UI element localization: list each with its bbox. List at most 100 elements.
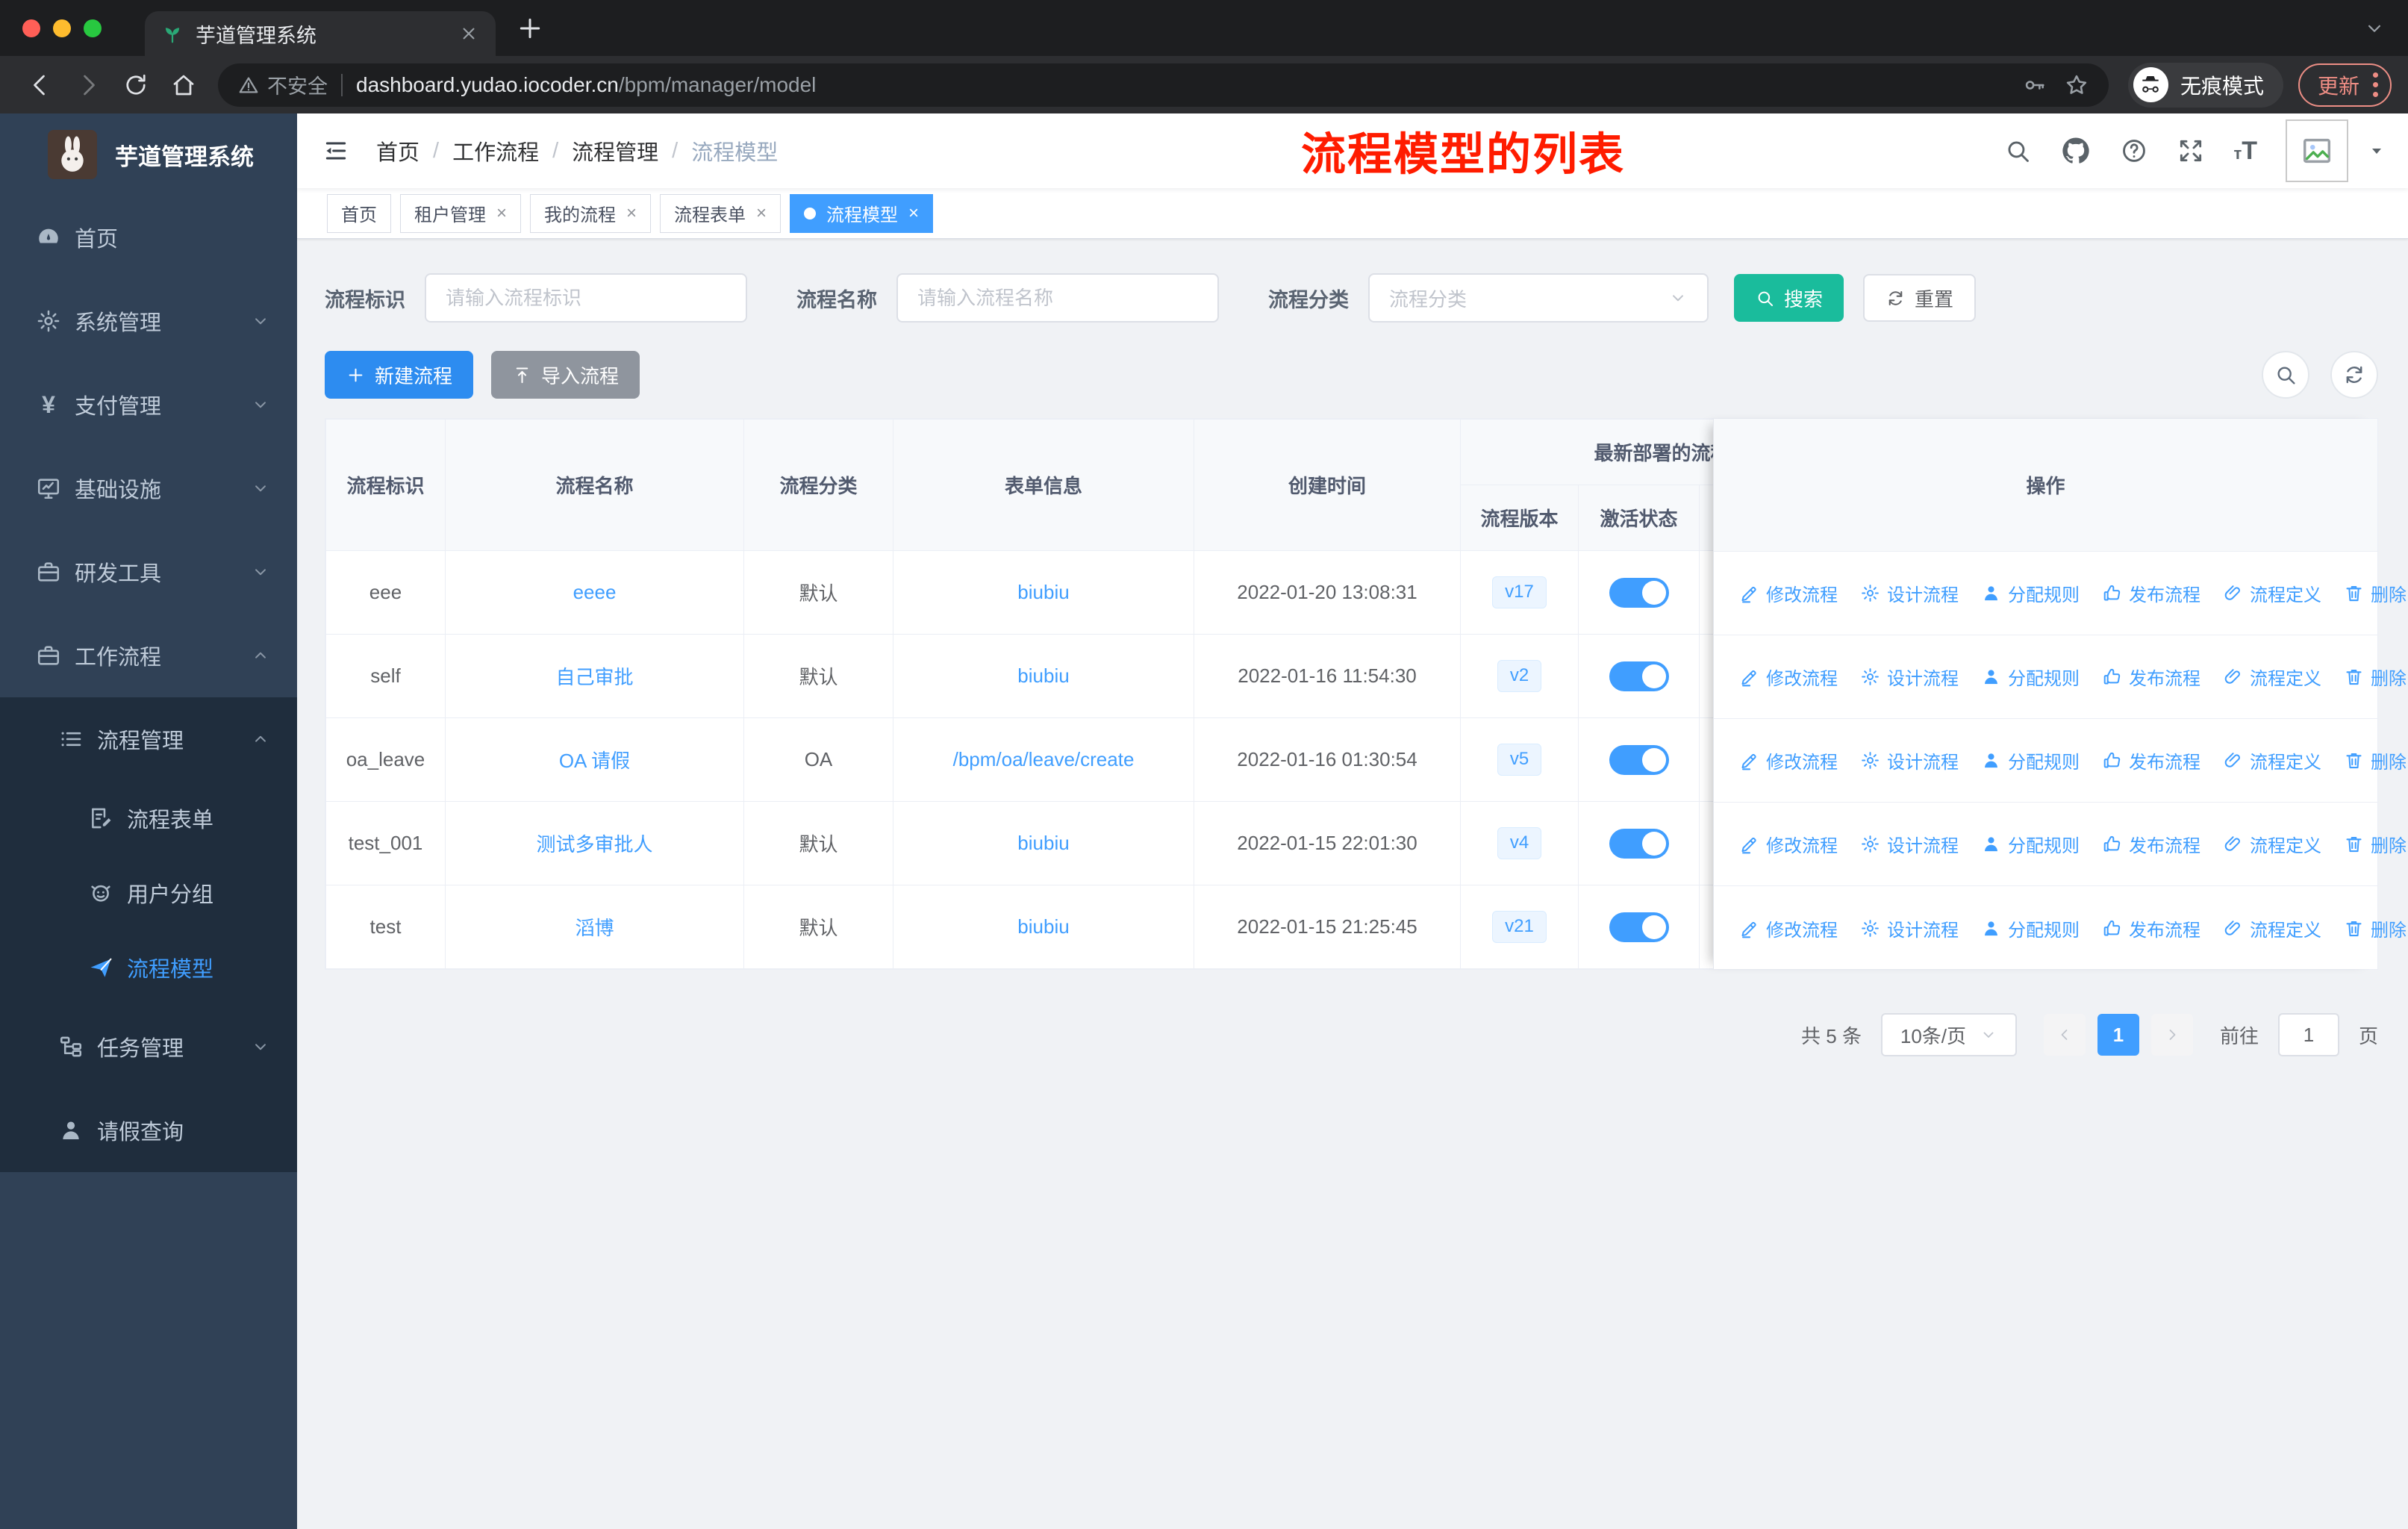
cell-process-name-link[interactable]: OA 请假 (445, 717, 744, 802)
sidebar-item-payment[interactable]: ¥ 支付管理 (0, 363, 297, 446)
modify-process-link[interactable]: 修改流程 (1739, 664, 1838, 690)
close-icon[interactable]: × (756, 204, 767, 222)
sidebar-collapse-icon[interactable] (321, 136, 351, 166)
breadcrumb-process-mgmt[interactable]: 流程管理 (572, 135, 658, 166)
create-process-button[interactable]: 新建流程 (325, 351, 474, 399)
cell-form-link[interactable]: /bpm/oa/leave/create (893, 717, 1194, 802)
not-secure-label[interactable]: 不安全 (267, 70, 328, 99)
assign-rule-link[interactable]: 分配规则 (1981, 915, 2080, 941)
sidebar-item-workflow[interactable]: 工作流程 (0, 614, 297, 697)
sidebar-item-home[interactable]: 首页 (0, 196, 297, 279)
address-bar[interactable]: 不安全 dashboard.yudao.iocoder.cn /bpm/mana… (218, 63, 2109, 107)
process-key-input[interactable] (425, 273, 747, 323)
process-definition-link[interactable]: 流程定义 (2223, 831, 2321, 857)
close-icon[interactable]: × (626, 204, 637, 222)
close-window-button[interactable] (22, 19, 40, 37)
process-definition-link[interactable]: 流程定义 (2223, 580, 2321, 606)
page-size-select[interactable]: 10条/页 (1880, 1013, 2017, 1056)
delete-link[interactable]: 删除 (2344, 915, 2407, 941)
delete-link[interactable]: 删除 (2344, 664, 2407, 690)
tag-home[interactable]: 首页 (327, 193, 391, 233)
bookmark-star-icon[interactable] (2064, 72, 2089, 98)
refresh-table-button[interactable] (2330, 351, 2378, 399)
maximize-window-button[interactable] (84, 19, 102, 37)
modify-process-link[interactable]: 修改流程 (1739, 580, 1838, 606)
active-toggle[interactable] (1609, 912, 1669, 942)
password-key-icon[interactable] (2022, 72, 2047, 98)
publish-process-link[interactable]: 发布流程 (2102, 831, 2200, 857)
next-page-button[interactable] (2150, 1014, 2193, 1056)
publish-process-link[interactable]: 发布流程 (2102, 580, 2200, 606)
cell-process-name-link[interactable]: 测试多审批人 (445, 801, 744, 885)
help-icon[interactable] (2120, 137, 2148, 165)
sidebar-item-process-mgmt[interactable]: 流程管理 (0, 697, 297, 781)
show-search-button[interactable] (2262, 351, 2309, 399)
sidebar-item-devtools[interactable]: 研发工具 (0, 530, 297, 614)
sidebar-item-infra[interactable]: 基础设施 (0, 446, 297, 530)
cell-form-link[interactable]: biubiu (893, 550, 1194, 635)
design-process-link[interactable]: 设计流程 (1860, 664, 1959, 690)
modify-process-link[interactable]: 修改流程 (1739, 915, 1838, 941)
publish-process-link[interactable]: 发布流程 (2102, 747, 2200, 773)
cell-form-link[interactable]: biubiu (893, 801, 1194, 885)
cell-form-link[interactable]: biubiu (893, 634, 1194, 718)
design-process-link[interactable]: 设计流程 (1860, 580, 1959, 606)
browser-tab[interactable]: 芋道管理系统 (145, 11, 496, 56)
process-definition-link[interactable]: 流程定义 (2223, 747, 2321, 773)
breadcrumb-workflow[interactable]: 工作流程 (452, 135, 539, 166)
page-1-button[interactable]: 1 (2097, 1014, 2139, 1056)
breadcrumb-home[interactable]: 首页 (376, 135, 419, 166)
sidebar-logo[interactable]: 芋道管理系统 (0, 113, 297, 196)
close-icon[interactable]: × (908, 204, 919, 222)
cell-process-name-link[interactable]: 滔博 (445, 885, 744, 969)
prev-page-button[interactable] (2043, 1014, 2086, 1056)
github-icon[interactable] (2060, 135, 2092, 166)
cell-process-name-link[interactable]: 自己审批 (445, 634, 744, 718)
avatar-caret-icon[interactable] (2368, 142, 2386, 160)
modify-process-link[interactable]: 修改流程 (1739, 747, 1838, 773)
design-process-link[interactable]: 设计流程 (1860, 747, 1959, 773)
fullscreen-icon[interactable] (2177, 137, 2205, 165)
forward-button[interactable] (75, 72, 102, 99)
sidebar-item-leave-query[interactable]: 请假查询 (0, 1089, 297, 1172)
tab-search-chevron-icon[interactable] (2363, 17, 2386, 40)
active-toggle[interactable] (1609, 661, 1669, 691)
cell-process-name-link[interactable]: eeee (445, 550, 744, 635)
design-process-link[interactable]: 设计流程 (1860, 831, 1959, 857)
search-icon[interactable] (2003, 137, 2032, 165)
tag-tenant[interactable]: 租户管理 × (400, 193, 522, 233)
tag-process-form[interactable]: 流程表单 × (660, 193, 782, 233)
assign-rule-link[interactable]: 分配规则 (1981, 580, 2080, 606)
category-select[interactable]: 流程分类 (1368, 273, 1709, 323)
assign-rule-link[interactable]: 分配规则 (1981, 831, 2080, 857)
delete-link[interactable]: 删除 (2344, 580, 2407, 606)
sidebar-item-system[interactable]: 系统管理 (0, 279, 297, 363)
active-toggle[interactable] (1609, 744, 1669, 775)
sidebar-item-task-mgmt[interactable]: 任务管理 (0, 1005, 297, 1089)
import-process-button[interactable]: 导入流程 (491, 351, 640, 399)
font-size-icon[interactable]: тT (2233, 138, 2257, 164)
tag-process-model[interactable]: 流程模型 × (790, 193, 934, 233)
browser-menu-icon[interactable] (2373, 72, 2378, 97)
goto-page-input[interactable] (2277, 1013, 2339, 1056)
process-definition-link[interactable]: 流程定义 (2223, 664, 2321, 690)
browser-update-button[interactable]: 更新 (2298, 63, 2392, 107)
modify-process-link[interactable]: 修改流程 (1739, 831, 1838, 857)
reload-button[interactable] (122, 72, 149, 99)
delete-link[interactable]: 删除 (2344, 747, 2407, 773)
close-icon[interactable]: × (496, 204, 507, 222)
new-tab-button[interactable] (515, 13, 545, 43)
sidebar-item-process-model[interactable]: 流程模型 (0, 930, 297, 1005)
tab-close-icon[interactable] (458, 23, 479, 44)
publish-process-link[interactable]: 发布流程 (2102, 915, 2200, 941)
sidebar-item-user-group[interactable]: 用户分组 (0, 856, 297, 930)
process-definition-link[interactable]: 流程定义 (2223, 915, 2321, 941)
publish-process-link[interactable]: 发布流程 (2102, 664, 2200, 690)
active-toggle[interactable] (1609, 828, 1669, 859)
design-process-link[interactable]: 设计流程 (1860, 915, 1959, 941)
search-button[interactable]: 搜索 (1734, 274, 1844, 322)
assign-rule-link[interactable]: 分配规则 (1981, 747, 2080, 773)
back-button[interactable] (27, 72, 54, 99)
home-button[interactable] (170, 72, 197, 99)
cell-form-link[interactable]: biubiu (893, 885, 1194, 969)
